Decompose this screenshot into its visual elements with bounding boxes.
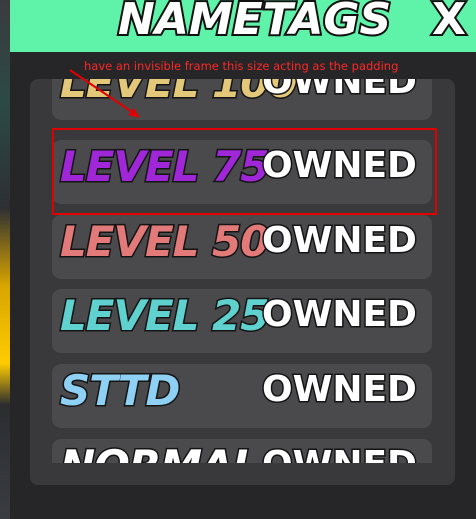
close-button[interactable]: X	[430, 0, 468, 47]
nametag-status: OWNED	[261, 293, 419, 337]
header-bar: NAMETAGS X	[10, 0, 476, 52]
nametag-status: OWNED	[261, 79, 419, 104]
nametag-row[interactable]: LEVEL 50 OWNED	[52, 215, 432, 279]
nametag-row[interactable]: NORMAL OWNED	[52, 439, 432, 463]
nametag-name: LEVEL 50	[58, 216, 270, 268]
nametag-name: NORMAL	[58, 440, 260, 464]
nametag-status: OWNED	[261, 219, 419, 263]
game-background	[0, 0, 10, 519]
background-text	[0, 88, 10, 102]
nametag-status: OWNED	[261, 443, 419, 464]
nametag-name: LEVEL 25	[58, 290, 270, 342]
nametag-status: OWNED	[261, 368, 419, 412]
nametag-row[interactable]: STTD OWNED	[52, 364, 432, 428]
nametag-name: STTD	[58, 365, 181, 417]
annotation-arrow-icon	[69, 69, 140, 118]
page-title: NAMETAGS	[116, 0, 393, 47]
nametag-row[interactable]: LEVEL 25 OWNED	[52, 289, 432, 353]
annotation-highlight-box	[52, 128, 437, 215]
